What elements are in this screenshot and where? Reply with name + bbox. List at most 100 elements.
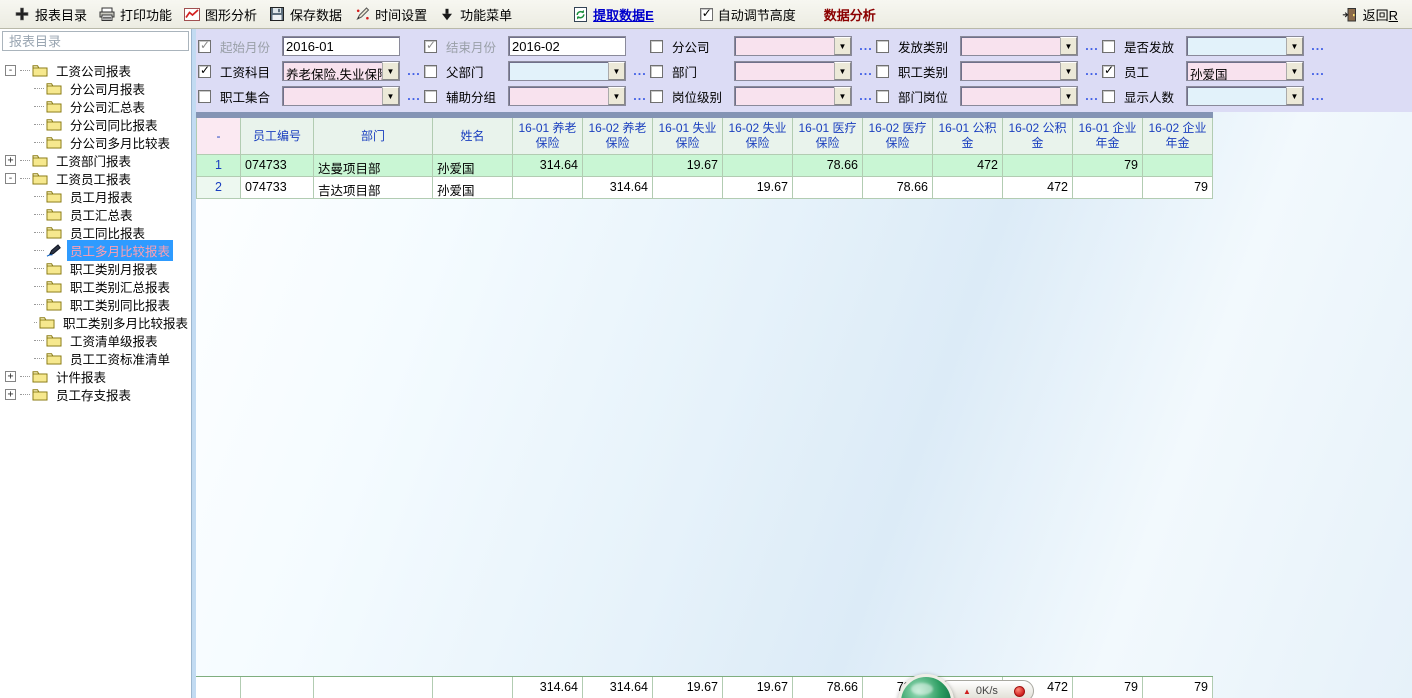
dropdown-父部门[interactable]: ▼ [508, 61, 626, 81]
column-header-16-01 公积金[interactable]: 16-01 公积金 [933, 118, 1003, 155]
column-header-16-01 养老保险[interactable]: 16-01 养老保险 [513, 118, 583, 155]
auto-height-checkbox-group[interactable]: 自动调节高度 [700, 5, 796, 24]
filter-checkbox-发放类别[interactable] [876, 40, 889, 53]
filter-checkbox-职工集合[interactable] [198, 90, 211, 103]
table-cell[interactable]: 314.64 [513, 155, 583, 177]
sidebar-item-职工类别月报表[interactable]: 职工类别月报表 [0, 259, 191, 277]
table-cell[interactable]: 074733 [241, 155, 314, 177]
toolbar-button-chart[interactable]: 图形分析 [178, 3, 263, 26]
column-header-部门[interactable]: 部门 [314, 118, 433, 155]
toolbar-button-printer[interactable]: 打印功能 [93, 3, 178, 26]
sidebar-item-员工存支报表[interactable]: +员工存支报表 [0, 385, 191, 403]
ellipsis-button-是否发放[interactable]: ... [1308, 39, 1328, 53]
extract-data-button[interactable]: 提取数据E [566, 3, 660, 26]
sidebar-item-工资清单级报表[interactable]: 工资清单级报表 [0, 331, 191, 349]
chevron-down-icon[interactable]: ▼ [1286, 87, 1303, 105]
column-header-16-02 失业保险[interactable]: 16-02 失业保险 [723, 118, 793, 155]
table-cell[interactable]: 孙爱国 [433, 177, 513, 199]
dropdown-辅助分组[interactable]: ▼ [508, 86, 626, 106]
filter-checkbox-部门[interactable] [650, 65, 663, 78]
dropdown-员工[interactable]: 孙爱国▼ [1186, 61, 1304, 81]
sidebar-item-分公司汇总表[interactable]: 分公司汇总表 [0, 97, 191, 115]
ellipsis-button-工资科目[interactable]: ... [404, 64, 424, 78]
table-cell[interactable] [1003, 155, 1073, 177]
sidebar-item-分公司多月比较表[interactable]: 分公司多月比较表 [0, 133, 191, 151]
sidebar-item-工资公司报表[interactable]: -工资公司报表 [0, 61, 191, 79]
dropdown-职工集合[interactable]: ▼ [282, 86, 400, 106]
input-结束月份[interactable] [509, 37, 625, 55]
sidebar-item-工资部门报表[interactable]: +工资部门报表 [0, 151, 191, 169]
column-header-16-01 医疗保险[interactable]: 16-01 医疗保险 [793, 118, 863, 155]
input-起始月份[interactable] [283, 37, 399, 55]
chevron-down-icon[interactable]: ▼ [834, 87, 851, 105]
sidebar-item-职工类别同比报表[interactable]: 职工类别同比报表 [0, 295, 191, 313]
filter-checkbox-父部门[interactable] [424, 65, 437, 78]
ellipsis-button-分公司[interactable]: ... [856, 39, 876, 53]
filter-checkbox-职工类别[interactable] [876, 65, 889, 78]
column-header-员工编号[interactable]: 员工编号 [241, 118, 314, 155]
chevron-down-icon[interactable]: ▼ [1060, 37, 1077, 55]
chevron-down-icon[interactable]: ▼ [1286, 37, 1303, 55]
chevron-down-icon[interactable]: ▼ [1286, 62, 1303, 80]
collapse-minus-icon[interactable]: - [5, 173, 16, 184]
filter-checkbox-工资科目[interactable] [198, 65, 211, 78]
sidebar-item-分公司同比报表[interactable]: 分公司同比报表 [0, 115, 191, 133]
table-cell[interactable]: 78.66 [863, 177, 933, 199]
dropdown-部门岗位[interactable]: ▼ [960, 86, 1078, 106]
chevron-down-icon[interactable]: ▼ [834, 62, 851, 80]
toolbar-button-plus[interactable]: 报表目录 [8, 3, 93, 26]
table-cell[interactable] [933, 177, 1003, 199]
column-header-16-02 养老保险[interactable]: 16-02 养老保险 [583, 118, 653, 155]
column-header-16-01 失业保险[interactable]: 16-01 失业保险 [653, 118, 723, 155]
table-cell[interactable] [723, 155, 793, 177]
filter-checkbox-分公司[interactable] [650, 40, 663, 53]
table-cell[interactable] [1073, 177, 1143, 199]
filter-checkbox-辅助分组[interactable] [424, 90, 437, 103]
sidebar-item-员工同比报表[interactable]: 员工同比报表 [0, 223, 191, 241]
toolbar-button-pen[interactable]: 时间设置 [348, 3, 433, 26]
table-cell[interactable] [1143, 155, 1213, 177]
sidebar-item-职工类别多月比较报表[interactable]: 职工类别多月比较报表 [0, 313, 191, 331]
sidebar-item-员工工资标准清单[interactable]: 员工工资标准清单 [0, 349, 191, 367]
table-cell[interactable]: 472 [1003, 177, 1073, 199]
row-number-cell[interactable]: 1 [196, 155, 241, 177]
month-input-起始月份[interactable] [282, 36, 400, 56]
dropdown-岗位级别[interactable]: ▼ [734, 86, 852, 106]
ellipsis-button-职工类别[interactable]: ... [1082, 64, 1102, 78]
expand-plus-icon[interactable]: + [5, 371, 16, 382]
chevron-down-icon[interactable]: ▼ [608, 62, 625, 80]
chevron-down-icon[interactable]: ▼ [834, 37, 851, 55]
table-cell[interactable] [863, 155, 933, 177]
green-sphere-icon[interactable] [898, 674, 954, 698]
chevron-down-icon[interactable]: ▼ [382, 62, 399, 80]
dropdown-显示人数[interactable]: ▼ [1186, 86, 1304, 106]
month-input-结束月份[interactable] [508, 36, 626, 56]
filter-checkbox-岗位级别[interactable] [650, 90, 663, 103]
ellipsis-button-职工集合[interactable]: ... [404, 89, 424, 103]
sidebar-item-分公司月报表[interactable]: 分公司月报表 [0, 79, 191, 97]
table-cell[interactable]: 79 [1143, 177, 1213, 199]
ellipsis-button-父部门[interactable]: ... [630, 64, 650, 78]
chevron-down-icon[interactable]: ▼ [382, 87, 399, 105]
dropdown-发放类别[interactable]: ▼ [960, 36, 1078, 56]
chevron-down-icon[interactable]: ▼ [1060, 87, 1077, 105]
table-cell[interactable] [793, 177, 863, 199]
ellipsis-button-显示人数[interactable]: ... [1308, 89, 1328, 103]
table-cell[interactable]: 孙爱国 [433, 155, 513, 177]
expand-plus-icon[interactable]: + [5, 155, 16, 166]
table-cell[interactable] [653, 177, 723, 199]
sidebar-item-员工汇总表[interactable]: 员工汇总表 [0, 205, 191, 223]
row-number-cell[interactable]: 2 [196, 177, 241, 199]
table-cell[interactable]: 达曼项目部 [314, 155, 433, 177]
sidebar-item-计件报表[interactable]: +计件报表 [0, 367, 191, 385]
table-cell[interactable]: 19.67 [653, 155, 723, 177]
table-cell[interactable]: 吉达项目部 [314, 177, 433, 199]
sidebar-item-工资员工报表[interactable]: -工资员工报表 [0, 169, 191, 187]
filter-checkbox-员工[interactable] [1102, 65, 1115, 78]
dropdown-部门[interactable]: ▼ [734, 61, 852, 81]
column-header-16-02 公积金[interactable]: 16-02 公积金 [1003, 118, 1073, 155]
column-header-姓名[interactable]: 姓名 [433, 118, 513, 155]
dropdown-工资科目[interactable]: 养老保险,失业保险▼ [282, 61, 400, 81]
column-header-rownum[interactable]: - [196, 118, 241, 155]
sidebar-item-员工月报表[interactable]: 员工月报表 [0, 187, 191, 205]
